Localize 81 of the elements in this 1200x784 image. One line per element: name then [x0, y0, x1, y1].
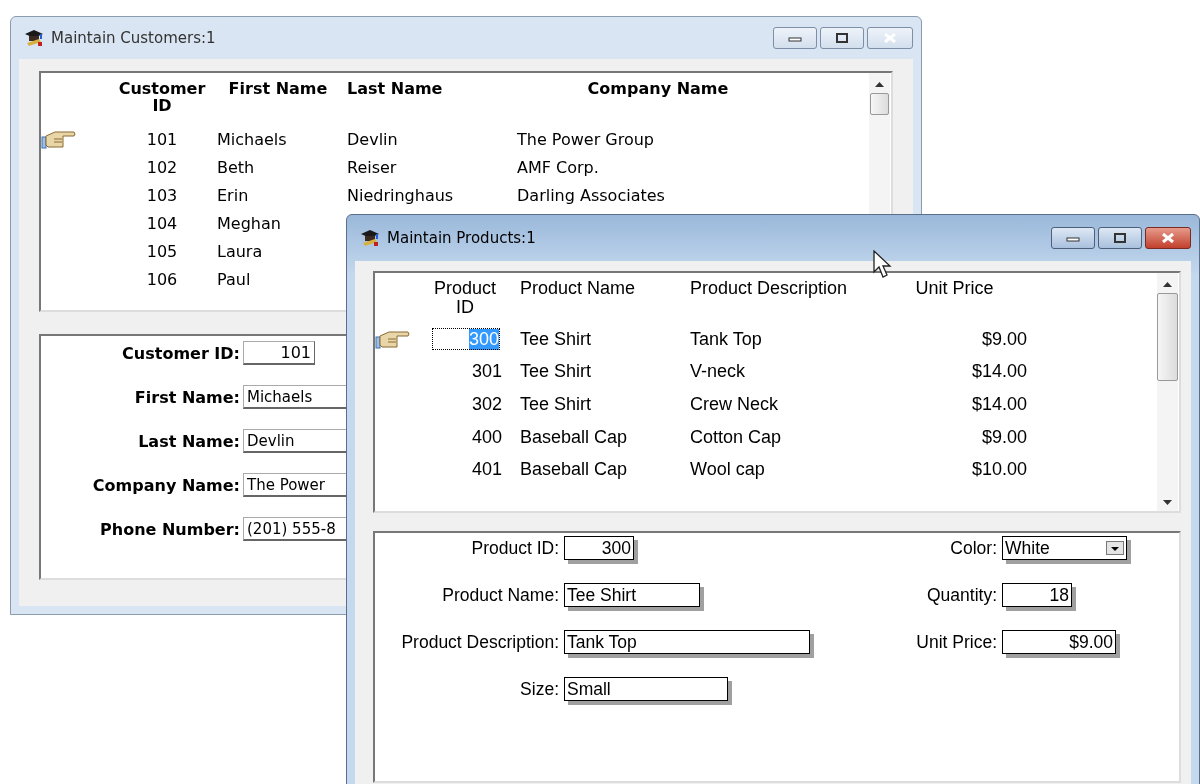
field-label: Phone Number: — [99, 519, 240, 539]
maximize-icon — [835, 33, 849, 43]
table-cell: 105 — [146, 241, 178, 261]
close-icon — [1161, 233, 1175, 243]
column-header: Customer ID — [117, 81, 207, 115]
field-label: Product Name: — [441, 584, 559, 606]
table-cell: Baseball Cap — [520, 426, 628, 448]
table-cell: Reiser — [347, 157, 397, 177]
column-header: Product Name — [520, 279, 636, 298]
table-cell: 101 — [146, 129, 178, 149]
field-label: Unit Price: — [915, 631, 997, 653]
table-cell: $10.00 — [971, 459, 1027, 481]
table-cell: Michaels — [217, 129, 287, 149]
input-field[interactable]: The Power — [243, 473, 347, 497]
maximize-icon — [1113, 233, 1127, 243]
table-cell: $9.00 — [981, 328, 1027, 350]
table-cell: 400 — [471, 426, 502, 448]
window-title: Maintain Customers:1 — [51, 29, 217, 47]
close-icon — [883, 33, 897, 43]
table-cell: 302 — [471, 394, 502, 415]
table-cell: Darling Associates — [517, 185, 665, 205]
window-title: Maintain Products:1 — [387, 229, 537, 247]
column-header: Company Name — [587, 81, 729, 98]
table-cell: Paul — [217, 269, 251, 289]
input-field[interactable]: Michaels — [243, 385, 347, 409]
column-header: First Name — [228, 81, 328, 98]
scroll-down-icon[interactable] — [1163, 500, 1172, 505]
table-cell: Laura — [217, 241, 263, 261]
field-label: Last Name: — [137, 431, 240, 451]
table-cell: Niedringhaus — [347, 185, 454, 205]
table-cell: Cotton Cap — [690, 426, 782, 448]
column-header: Product Description — [690, 279, 848, 298]
table-cell: 106 — [146, 269, 178, 289]
table-cell: Tee Shirt — [520, 394, 592, 415]
input-field[interactable]: (201) 555-8 — [243, 517, 347, 541]
table-cell: 104 — [146, 213, 178, 233]
input-field[interactable]: Devlin — [243, 429, 347, 453]
table-cell: $14.00 — [971, 361, 1027, 383]
table-cell: 301 — [471, 361, 502, 383]
table-cell: Crew Neck — [690, 394, 778, 415]
graduation-cap-icon — [359, 227, 381, 249]
table-cell: Beth — [217, 157, 255, 177]
table-cell: $14.00 — [971, 394, 1027, 415]
field-label: Company Name: — [91, 475, 240, 495]
table-cell: Erin — [217, 185, 249, 205]
table-cell: V-neck — [690, 361, 746, 383]
minimize-button[interactable] — [1051, 227, 1095, 249]
scroll-thumb[interactable] — [870, 93, 889, 115]
table-cell: Wool cap — [690, 459, 765, 481]
table-cell: 401 — [471, 459, 502, 481]
maximize-button[interactable] — [820, 27, 864, 49]
field-label: Color: — [949, 537, 997, 559]
close-button[interactable] — [1145, 227, 1191, 249]
table-cell: Tee Shirt — [520, 328, 592, 350]
column-header: Last Name — [347, 81, 443, 98]
table-cell: The Power Group — [517, 129, 654, 149]
field-label: Customer ID: — [121, 343, 240, 363]
column-header: Product ID — [432, 279, 497, 317]
table-cell: Devlin — [347, 129, 398, 149]
field-label: Quantity: — [925, 584, 997, 606]
column-header: Unit Price — [915, 279, 994, 298]
scroll-up-icon[interactable] — [1163, 282, 1172, 287]
table-cell: Meghan — [217, 213, 281, 233]
maximize-button[interactable] — [1098, 227, 1142, 249]
table-cell: Tank Top — [690, 328, 762, 350]
table-cell: 103 — [146, 185, 178, 205]
input-field[interactable]: 101 — [243, 341, 315, 365]
table-cell: $9.00 — [981, 426, 1027, 448]
table-cell: AMF Corp. — [517, 157, 599, 177]
graduation-cap-icon — [23, 27, 45, 49]
table-cell: Tee Shirt — [520, 361, 592, 383]
scroll-up-icon[interactable] — [875, 82, 884, 87]
table-cell: Baseball Cap — [520, 459, 628, 481]
scroll-thumb[interactable] — [1157, 293, 1178, 381]
field-label: First Name: — [133, 387, 240, 407]
table-cell: 300 — [468, 328, 499, 350]
field-label: Size: — [519, 678, 559, 700]
field-label: Product ID: — [470, 537, 559, 559]
field-label: Product Description: — [400, 631, 559, 653]
table-cell: 102 — [146, 157, 178, 177]
scrollbar[interactable] — [1157, 273, 1178, 511]
